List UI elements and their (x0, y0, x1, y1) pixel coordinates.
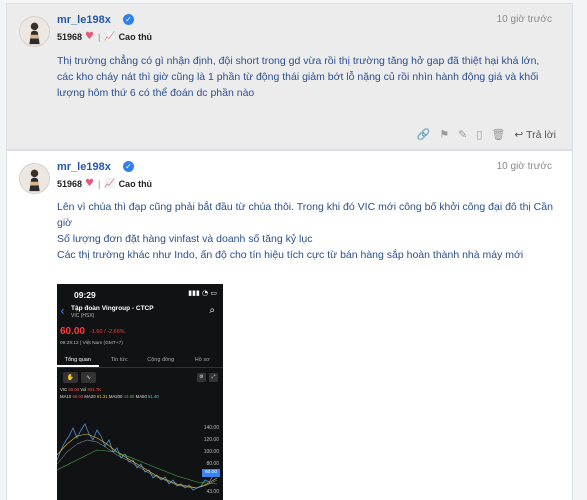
stock-change: -1.60 / -2.66% (90, 329, 125, 335)
forum-thread: mr_le198x ✓ 51968 ♥ | 📈 Cao thủ 10 giờ t… (0, 0, 587, 500)
post-line: Lên vì chúa thì đạp cũng phải bắt đầu từ… (57, 201, 553, 229)
chart-rank-icon: 📈 (104, 31, 116, 42)
settings-icon: ⚙ (197, 373, 206, 382)
axis-label: 120.00 (203, 437, 219, 443)
username[interactable]: mr_le198x (57, 14, 111, 26)
stock-tabs: Tổng quan Tin tức Cộng đồng Hồ sơ (57, 352, 223, 368)
stock-clock: 09:29:12 | Việt Nam (GMT+7) (60, 341, 123, 346)
search-icon: ⌕ (209, 305, 215, 316)
axis-label: 43.00 (206, 489, 219, 495)
tab-community: Cộng đồng (147, 357, 175, 363)
verified-badge-icon: ✓ (123, 161, 134, 172)
axis-label: 80.00 (206, 461, 219, 467)
reply-button[interactable]: ↩ Trả lời (514, 129, 556, 141)
post-actions: 🔗 ⚑ ✎ ▯ 🗑 ↩ Trả lời (417, 128, 556, 141)
avatar[interactable] (19, 16, 50, 47)
chart-tools-right: ⚙ ⤢ (197, 373, 218, 382)
stock-price: 60.00 (60, 326, 86, 337)
bookmark-icon[interactable]: ▯ (476, 128, 482, 141)
ma-legend: MA10 60.00 MA20 61.31 MA200 43.88 MA50 5… (60, 394, 159, 399)
tab-overview: Tổng quan (57, 352, 99, 367)
post-time[interactable]: 10 giờ trước (497, 14, 552, 25)
user-points: 51968 (57, 178, 83, 189)
post-2: mr_le198x ✓ 51968 ♥ | 📈 Cao thủ 10 giờ t… (6, 150, 573, 500)
stock-subtitle: VIC (HSX) (71, 313, 95, 319)
chart-tools: ✋ ∿ (63, 372, 103, 384)
user-rank: Cao thủ (118, 178, 153, 189)
reply-arrow-icon: ↩ (514, 128, 524, 141)
divider: | (98, 178, 101, 189)
verified-badge-icon: ✓ (123, 14, 134, 25)
expand-icon: ⤢ (209, 373, 218, 382)
price-tag: 60.00 (202, 469, 220, 477)
username[interactable]: mr_le198x (57, 161, 111, 173)
post-body: Lên vì chúa thì đạp cũng phải bắt đầu từ… (57, 199, 557, 263)
post-1: mr_le198x ✓ 51968 ♥ | 📈 Cao thủ 10 giờ t… (6, 3, 573, 150)
tab-profile: Hồ sơ (194, 357, 210, 363)
reply-label: Trả lời (526, 128, 556, 141)
post-time[interactable]: 10 giờ trước (497, 161, 552, 172)
post-line: Các thị trường khác như Indo, ấn độ cho … (57, 249, 524, 261)
heart-icon: ♥ (85, 31, 94, 42)
draw-icon: ∿ (81, 372, 96, 383)
user-meta: 51968 ♥ | 📈 Cao thủ (57, 31, 152, 42)
post-line: Số lượng đơn đặt hàng vinfast và doanh s… (57, 233, 313, 245)
pencil-icon[interactable]: ✎ (458, 128, 467, 141)
phone-status-icons: ▮▮▮ ◔ ▭ (188, 289, 217, 297)
back-icon: ‹ (60, 304, 65, 318)
divider: | (98, 31, 101, 42)
axis-label: 100.00 (203, 449, 219, 455)
user-points: 51968 (57, 31, 83, 42)
phone-time: 09:29 (74, 290, 96, 300)
chart-rank-icon: 📈 (104, 178, 116, 189)
link-icon[interactable]: 🔗 (417, 128, 431, 141)
avatar[interactable] (19, 163, 50, 194)
price-legend: VIC 60.00 Vol 831.7K (60, 387, 102, 392)
trash-icon[interactable]: 🗑 (491, 128, 505, 141)
post-body: Thị trường chẳng có gì nhận định, đội sh… (57, 55, 540, 99)
tab-news: Tin tức (110, 357, 128, 363)
hand-icon: ✋ (63, 372, 78, 383)
stock-title: Tập đoàn Vingroup - CTCP (71, 305, 154, 312)
axis-label: 140.00 (203, 425, 219, 431)
user-rank: Cao thủ (118, 31, 153, 42)
flag-icon[interactable]: ⚑ (439, 128, 449, 141)
heart-icon: ♥ (85, 178, 94, 189)
price-chart (57, 423, 218, 491)
user-meta: 51968 ♥ | 📈 Cao thủ (57, 178, 152, 189)
attached-screenshot[interactable]: 09:29 ▮▮▮ ◔ ▭ ‹ Tập đoàn Vingroup - CTCP… (57, 284, 223, 500)
